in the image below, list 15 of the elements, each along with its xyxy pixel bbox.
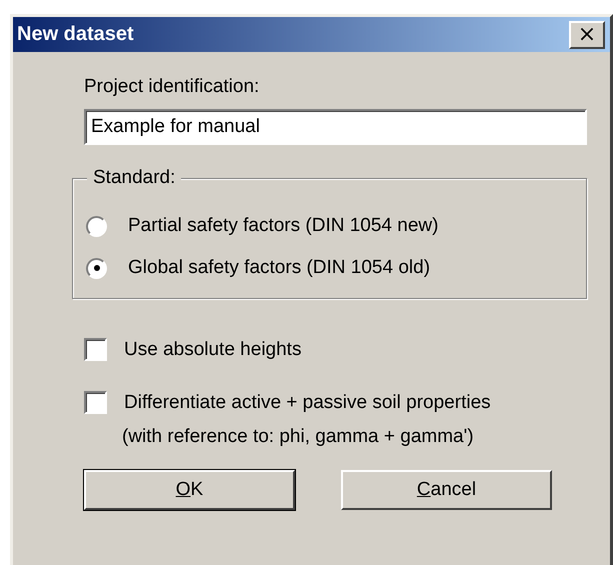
radio-label: Global safety factors (DIN 1054 old) (128, 257, 430, 279)
radio-button[interactable] (86, 216, 107, 236)
radio-label: Partial safety factors (DIN 1054 new) (128, 215, 438, 237)
close-button[interactable]: × (569, 20, 605, 48)
checkbox[interactable] (84, 338, 107, 361)
field-label: Project identification: (84, 76, 260, 98)
ok-button[interactable]: OK (84, 470, 295, 510)
radio-button[interactable] (86, 258, 107, 278)
cancel-button[interactable]: Cancel (341, 470, 552, 510)
window-title: New dataset (17, 23, 134, 46)
checkbox-label: Use absolute heights (124, 338, 302, 360)
note-text: (with reference to: phi, gamma + gamma') (122, 426, 475, 448)
checkbox-label: Differentiate active + passive soil properties (124, 392, 491, 414)
input-field[interactable]: Example for manual (84, 109, 587, 145)
checkbox[interactable] (84, 391, 107, 414)
